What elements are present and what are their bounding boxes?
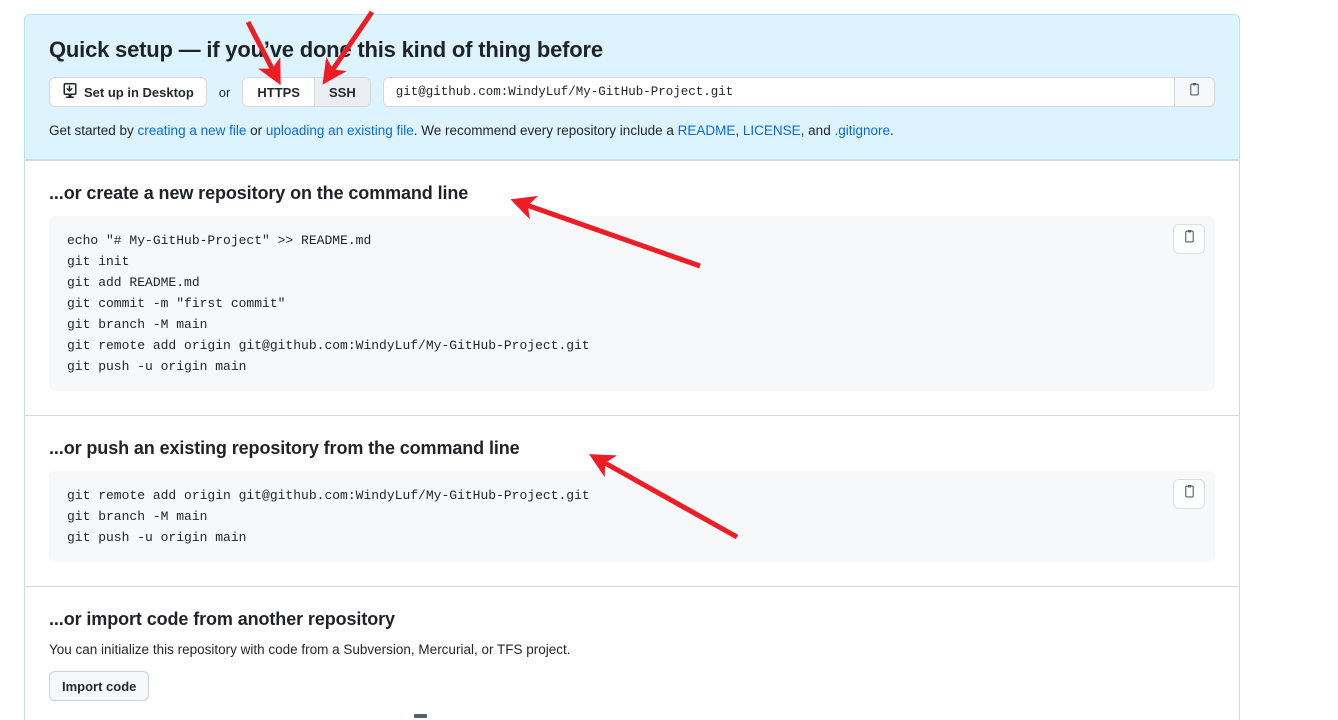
create-repo-heading: ...or create a new repository on the com… xyxy=(49,183,469,204)
get-started-prefix: Get started by xyxy=(49,123,138,138)
protocol-https-button[interactable]: HTTPS xyxy=(243,78,315,106)
push-repo-section: ...or push an existing repository from t… xyxy=(25,415,1239,586)
import-code-heading: ...or import code from another repositor… xyxy=(49,609,395,630)
clipboard-icon xyxy=(1187,82,1202,102)
create-repo-codeblock: echo "# My-GitHub-Project" >> README.md … xyxy=(49,216,1215,392)
quick-setup-panel: Quick setup — if you’ve done this kind o… xyxy=(24,14,1240,161)
copy-push-code-button[interactable] xyxy=(1173,479,1205,510)
set-up-in-desktop-label: Set up in Desktop xyxy=(84,84,194,100)
copy-remote-url-button[interactable] xyxy=(1174,78,1214,106)
or-label: or xyxy=(218,84,231,100)
copy-create-code-button[interactable] xyxy=(1173,224,1205,255)
get-started-or: or xyxy=(246,123,266,138)
cut-off-content-below xyxy=(414,714,427,718)
protocol-toggle-group: HTTPS SSH xyxy=(242,77,371,107)
protocol-ssh-button[interactable]: SSH xyxy=(314,78,370,106)
sep-and: , and xyxy=(800,123,835,138)
push-repo-heading: ...or push an existing repository from t… xyxy=(49,438,520,459)
page-root: Quick setup — if you’ve done this kind o… xyxy=(0,0,1338,720)
sep-comma-1: , xyxy=(735,123,743,138)
quick-setup-controls: Set up in Desktop or HTTPS SSH xyxy=(49,77,1215,107)
import-code-section: ...or import code from another repositor… xyxy=(25,586,1239,720)
get-started-recommend: . We recommend every repository include … xyxy=(413,123,678,138)
get-started-text: Get started by creating a new file or up… xyxy=(49,121,1215,141)
clipboard-icon xyxy=(1182,229,1197,249)
create-repo-section: ...or create a new repository on the com… xyxy=(25,160,1239,415)
clipboard-icon xyxy=(1182,484,1197,504)
upload-existing-file-link[interactable]: uploading an existing file xyxy=(266,123,414,138)
import-code-button[interactable]: Import code xyxy=(49,671,150,702)
create-repo-code: echo "# My-GitHub-Project" >> README.md … xyxy=(67,233,590,375)
push-repo-code: git remote add origin git@github.com:Win… xyxy=(67,488,590,546)
remote-url-input[interactable] xyxy=(383,78,1174,106)
push-repo-codeblock: git remote add origin git@github.com:Win… xyxy=(49,471,1215,563)
get-started-suffix: . xyxy=(890,123,894,138)
set-up-in-desktop-button[interactable]: Set up in Desktop xyxy=(49,77,207,107)
readme-link[interactable]: README xyxy=(678,123,736,138)
remote-url-field-wrapper xyxy=(382,77,1215,107)
license-link[interactable]: LICENSE xyxy=(743,123,801,138)
create-new-file-link[interactable]: creating a new file xyxy=(138,123,247,138)
gitignore-link[interactable]: .gitignore xyxy=(834,123,890,138)
repo-quick-setup-card: Quick setup — if you’ve done this kind o… xyxy=(24,14,1240,720)
import-code-description: You can initialize this repository with … xyxy=(49,642,571,658)
desktop-download-icon xyxy=(62,82,78,102)
quick-setup-title: Quick setup — if you’ve done this kind o… xyxy=(49,37,603,62)
